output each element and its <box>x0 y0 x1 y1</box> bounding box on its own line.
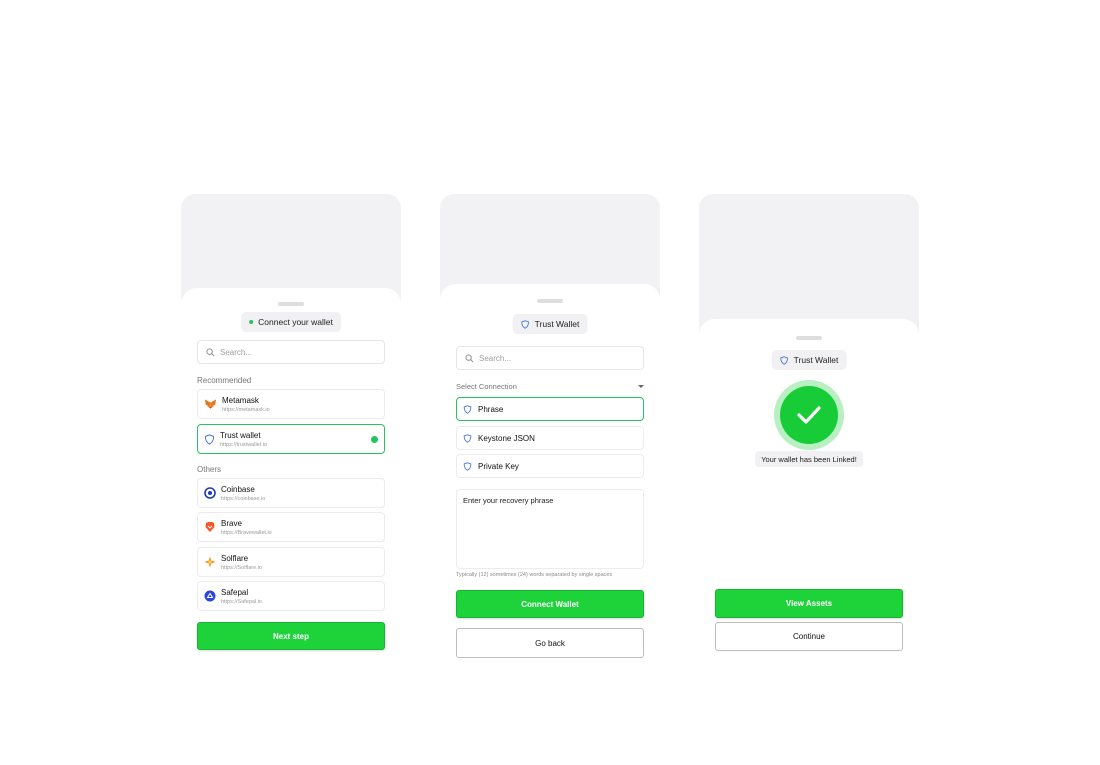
trust-wallet-pill: Trust Wallet <box>771 350 847 370</box>
wallet-url: https://metamask.io <box>222 406 270 413</box>
phrase-hint: Typically (12) sometimes (24) words sepa… <box>456 572 613 578</box>
chevron-down-icon <box>638 384 644 388</box>
wallet-item-brave[interactable]: Brave https://Bravewallet.io <box>197 512 385 542</box>
option-phrase[interactable]: Phrase <box>456 397 644 421</box>
phone-trust-wallet-connect: Trust Wallet Select Connection Phrase Ke… <box>440 194 660 676</box>
wallet-item-solflare[interactable]: Solflare https://Solflare.io <box>197 547 385 577</box>
others-label: Others <box>197 465 222 474</box>
connect-wallet-pill: Connect your wallet <box>241 312 341 332</box>
metamask-fox-icon <box>204 399 217 409</box>
wallet-url: https://Solflare.io <box>221 564 262 571</box>
trust-wallet-pill: Trust Wallet <box>512 314 588 334</box>
wallet-name: Safepal <box>221 587 249 597</box>
wallet-name: Metamask <box>222 395 259 405</box>
wallet-item-coinbase[interactable]: Coinbase https://coinbase.io <box>197 478 385 508</box>
search-box <box>197 340 385 364</box>
shield-icon <box>463 433 472 443</box>
search-icon <box>465 353 474 362</box>
success-badge <box>774 380 844 450</box>
wallet-name: Solflare <box>221 553 249 563</box>
search-input[interactable] <box>220 347 360 357</box>
coinbase-icon <box>204 487 216 499</box>
option-keystone-json[interactable]: Keystone JSON <box>456 426 644 450</box>
go-back-button[interactable]: Go back <box>456 628 644 658</box>
wallet-url: https://Safepal.io <box>221 598 262 605</box>
search-input[interactable] <box>479 353 619 363</box>
pill-label: Connect your wallet <box>258 317 333 327</box>
bottom-sheet: Connect your wallet Recommended Metamask… <box>181 288 401 676</box>
phone-connect-wallet: Connect your wallet Recommended Metamask… <box>181 194 401 676</box>
connect-wallet-button[interactable]: Connect Wallet <box>456 590 644 618</box>
shield-icon <box>463 461 472 471</box>
option-label: Phrase <box>478 404 504 414</box>
wallet-item-trust-wallet[interactable]: Trust wallet https://trustwallet.io <box>197 424 385 454</box>
option-label: Private Key <box>478 461 519 471</box>
wallet-url: https://coinbase.io <box>221 495 266 502</box>
recommended-label: Recommended <box>197 376 252 385</box>
recovery-phrase-input[interactable] <box>456 489 644 569</box>
bottom-sheet: Trust Wallet Select Connection Phrase Ke… <box>440 284 660 676</box>
wallet-item-metamask[interactable]: Metamask https://metamask.io <box>197 389 385 419</box>
wallet-linked-message: Your wallet has been Linked! <box>755 451 863 467</box>
continue-button[interactable]: Continue <box>715 622 903 651</box>
pill-label: Trust Wallet <box>793 355 839 365</box>
brave-lion-icon <box>205 522 215 532</box>
wallet-name: Trust wallet <box>220 430 261 440</box>
selected-check-icon <box>371 436 378 443</box>
select-connection-label: Select Connection <box>456 381 517 391</box>
option-label: Keystone JSON <box>478 433 535 443</box>
wallet-name: Coinbase <box>221 484 255 494</box>
sheet-handle[interactable] <box>537 299 563 303</box>
next-step-button[interactable]: Next step <box>197 622 385 650</box>
shield-icon <box>463 404 472 414</box>
sheet-handle[interactable] <box>796 336 822 340</box>
pill-label: Trust Wallet <box>534 319 580 329</box>
search-box <box>456 346 644 370</box>
safepal-icon <box>204 590 216 602</box>
wallet-url: https://Bravewallet.io <box>221 529 272 536</box>
shield-icon <box>780 355 788 365</box>
shield-icon <box>521 319 529 329</box>
select-connection-dropdown[interactable]: Select Connection <box>456 380 644 392</box>
view-assets-button[interactable]: View Assets <box>715 589 903 618</box>
wallet-name: Brave <box>221 518 242 528</box>
sheet-handle[interactable] <box>278 302 304 306</box>
search-icon <box>206 347 215 356</box>
phone-wallet-linked: Trust Wallet Your wallet has been Linked… <box>699 194 919 676</box>
wallet-item-safepal[interactable]: Safepal https://Safepal.io <box>197 581 385 611</box>
success-circle <box>780 386 838 444</box>
solflare-icon <box>204 556 216 568</box>
checkmark-icon <box>797 406 821 424</box>
wallet-url: https://trustwallet.io <box>220 441 268 448</box>
bottom-sheet: Trust Wallet Your wallet has been Linked… <box>699 319 919 676</box>
shield-icon <box>204 433 215 445</box>
status-dot-icon <box>249 320 254 324</box>
option-private-key[interactable]: Private Key <box>456 454 644 478</box>
